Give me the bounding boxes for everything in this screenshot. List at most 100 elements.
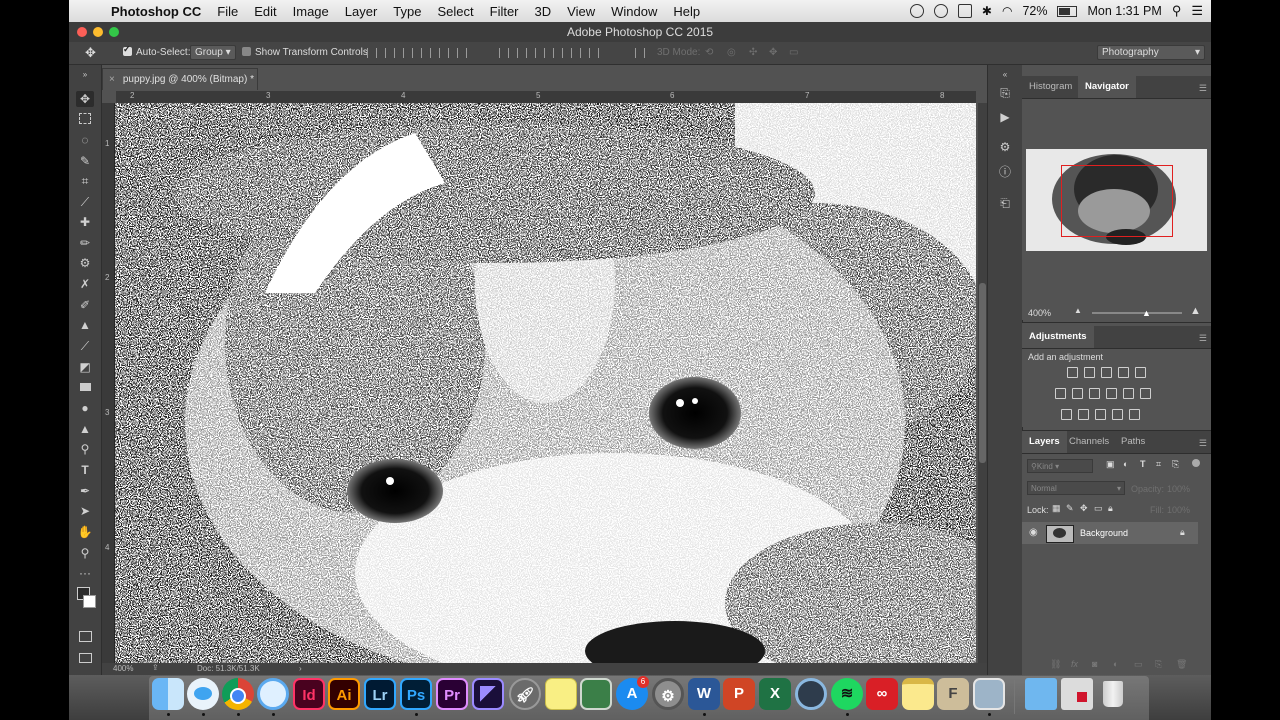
doc-size[interactable]: Doc: 51.3K/51.3K — [197, 664, 260, 673]
powerpoint-icon[interactable]: P — [723, 678, 755, 710]
illustrator-icon[interactable]: Ai — [328, 678, 360, 710]
filter-smart-object-icon[interactable]: ⎘ — [1172, 459, 1179, 470]
opacity-value[interactable]: 100% — [1167, 484, 1190, 494]
align-vertical-center-icon[interactable] — [385, 48, 395, 58]
tab-histogram[interactable]: Histogram — [1022, 76, 1079, 98]
brush-tool-icon[interactable]: ✏ — [76, 235, 94, 251]
document-stack-icon[interactable] — [1061, 678, 1093, 710]
chrome-icon[interactable] — [222, 678, 254, 710]
black-white-icon[interactable] — [1089, 388, 1100, 399]
tab-navigator[interactable]: Navigator — [1078, 76, 1136, 98]
menu-edit[interactable]: Edit — [254, 4, 276, 19]
launchpad-icon[interactable]: 🚀︎ — [509, 678, 541, 710]
align-left-icon[interactable] — [421, 48, 431, 58]
add-mask-icon[interactable]: ◙ — [1092, 659, 1097, 669]
font-book-icon[interactable]: F — [937, 678, 969, 710]
levels-icon[interactable] — [1084, 367, 1095, 378]
eraser-tool-icon[interactable]: ✐ — [76, 297, 94, 313]
eyedropper-tool-icon[interactable]: ⟋ — [76, 194, 94, 210]
menu-app-name[interactable]: Photoshop CC — [111, 4, 201, 19]
3d-scale-icon[interactable]: ▭ — [789, 47, 798, 58]
menu-file[interactable]: File — [217, 4, 238, 19]
media-encoder-icon[interactable] — [472, 678, 504, 710]
dropbox-icon[interactable] — [957, 4, 972, 18]
preview-icon[interactable] — [580, 678, 612, 710]
auto-select-dropdown[interactable]: Group ▾ — [190, 45, 236, 60]
3d-rotate-icon[interactable]: ⟲ — [705, 47, 713, 58]
new-group-icon[interactable]: ▭ — [1134, 659, 1143, 670]
align-bottom-icon[interactable] — [403, 48, 413, 58]
align-right-icon[interactable] — [457, 48, 467, 58]
distribute-bottom-icon[interactable] — [535, 48, 545, 58]
zoom-out-icon[interactable]: ▲ — [1074, 306, 1082, 315]
color-lookup-icon[interactable] — [1140, 388, 1151, 399]
delete-layer-icon[interactable]: 🗑︎ — [1176, 659, 1187, 670]
lightroom-icon[interactable]: Lr — [364, 678, 396, 710]
3d-slide-icon[interactable]: ✥ — [769, 47, 777, 58]
lock-transparent-icon[interactable]: ▦ — [1052, 503, 1061, 514]
menu-type[interactable]: Type — [393, 4, 421, 19]
threshold-icon[interactable] — [1095, 409, 1106, 420]
color-balance-icon[interactable] — [1072, 388, 1083, 399]
distribute-right-icon[interactable] — [589, 48, 599, 58]
foreground-background-colors[interactable] — [76, 587, 96, 613]
fill-value[interactable]: 100% — [1167, 505, 1190, 515]
screen-mode-icon[interactable] — [76, 651, 94, 667]
safari-icon[interactable] — [257, 678, 289, 710]
menu-image[interactable]: Image — [293, 4, 329, 19]
menu-select[interactable]: Select — [437, 4, 473, 19]
selective-color-icon[interactable] — [1112, 409, 1123, 420]
menu-layer[interactable]: Layer — [345, 4, 378, 19]
menu-view[interactable]: View — [567, 4, 595, 19]
clone-stamp-tool-icon[interactable]: ⚙ — [76, 255, 94, 271]
zoom-in-icon[interactable]: ▲ — [1190, 305, 1201, 317]
word-icon[interactable]: W — [688, 678, 720, 710]
menu-filter[interactable]: Filter — [490, 4, 519, 19]
move-tool-preset-icon[interactable]: ✥ — [85, 45, 96, 61]
record-icon[interactable] — [909, 4, 924, 18]
clock[interactable]: Mon 1:31 PM — [1087, 4, 1161, 18]
downloads-folder-icon[interactable] — [1025, 678, 1057, 710]
panel-menu-icon[interactable]: ☰ — [1199, 333, 1207, 344]
visibility-eye-icon[interactable]: ◉ — [1029, 527, 1038, 538]
tab-layers[interactable]: Layers — [1022, 431, 1067, 453]
marquee-tool-icon[interactable] — [76, 112, 94, 128]
image-capture-icon[interactable] — [973, 678, 1005, 710]
type-tool-icon[interactable]: ● — [76, 400, 94, 416]
menu-3d[interactable]: 3D — [535, 4, 552, 19]
zoom-window-button[interactable] — [109, 27, 119, 37]
layer-filter-dropdown[interactable]: ⚲Kind ▾ — [1027, 459, 1093, 473]
lock-all-icon[interactable]: 🔒︎ — [1108, 503, 1113, 514]
properties-panel-icon[interactable]: ⚙ — [997, 139, 1013, 155]
battery-icon[interactable] — [1057, 5, 1078, 17]
navigator-zoom-value[interactable]: 400% — [1028, 308, 1051, 318]
lasso-tool-icon[interactable]: ◌ — [76, 132, 94, 148]
spotify-icon[interactable]: ≋ — [831, 678, 863, 710]
arrow-tool-icon[interactable]: ➤ — [76, 503, 94, 519]
path-selection-tool-icon[interactable]: ▲ — [76, 421, 94, 437]
zoom-slider-handle[interactable]: ▲ — [1142, 308, 1151, 318]
vibrance-icon[interactable] — [1135, 367, 1146, 378]
show-transform-checkbox[interactable] — [242, 47, 251, 58]
curves-icon[interactable] — [1101, 367, 1112, 378]
premiere-icon[interactable]: Pr — [436, 678, 468, 710]
navigator-thumbnail[interactable] — [1026, 149, 1207, 251]
3d-roll-icon[interactable]: ◎ — [727, 47, 736, 58]
layer-name[interactable]: Background — [1080, 528, 1128, 538]
notes-icon[interactable] — [902, 678, 934, 710]
healing-brush-tool-icon[interactable]: ✚ — [76, 214, 94, 230]
document-tab[interactable]: × puppy.jpg @ 400% (Bitmap) * — [102, 68, 258, 90]
dodge-tool-icon[interactable]: ◩ — [76, 359, 94, 375]
info-panel-icon[interactable]: ⓘ — [997, 164, 1013, 180]
blur-tool-icon[interactable]: ⟋ — [76, 338, 94, 354]
filter-type-icon[interactable]: T — [1140, 459, 1146, 469]
creative-cloud-icon[interactable]: ∞ — [866, 678, 898, 710]
filter-pixel-icon[interactable]: ▣ — [1106, 459, 1115, 470]
bluetooth-icon[interactable]: ✱ — [982, 4, 992, 18]
filter-shape-icon[interactable]: ⌗ — [1156, 459, 1161, 470]
history-panel-icon[interactable]: ⎘ — [997, 85, 1013, 101]
link-layers-icon[interactable]: ⛓ — [1050, 659, 1061, 670]
wifi-icon[interactable]: ◠ — [1002, 4, 1012, 18]
layer-row-background[interactable]: ◉ Background 🔒︎ — [1022, 522, 1198, 544]
3d-drag-icon[interactable]: ✣ — [749, 47, 757, 58]
